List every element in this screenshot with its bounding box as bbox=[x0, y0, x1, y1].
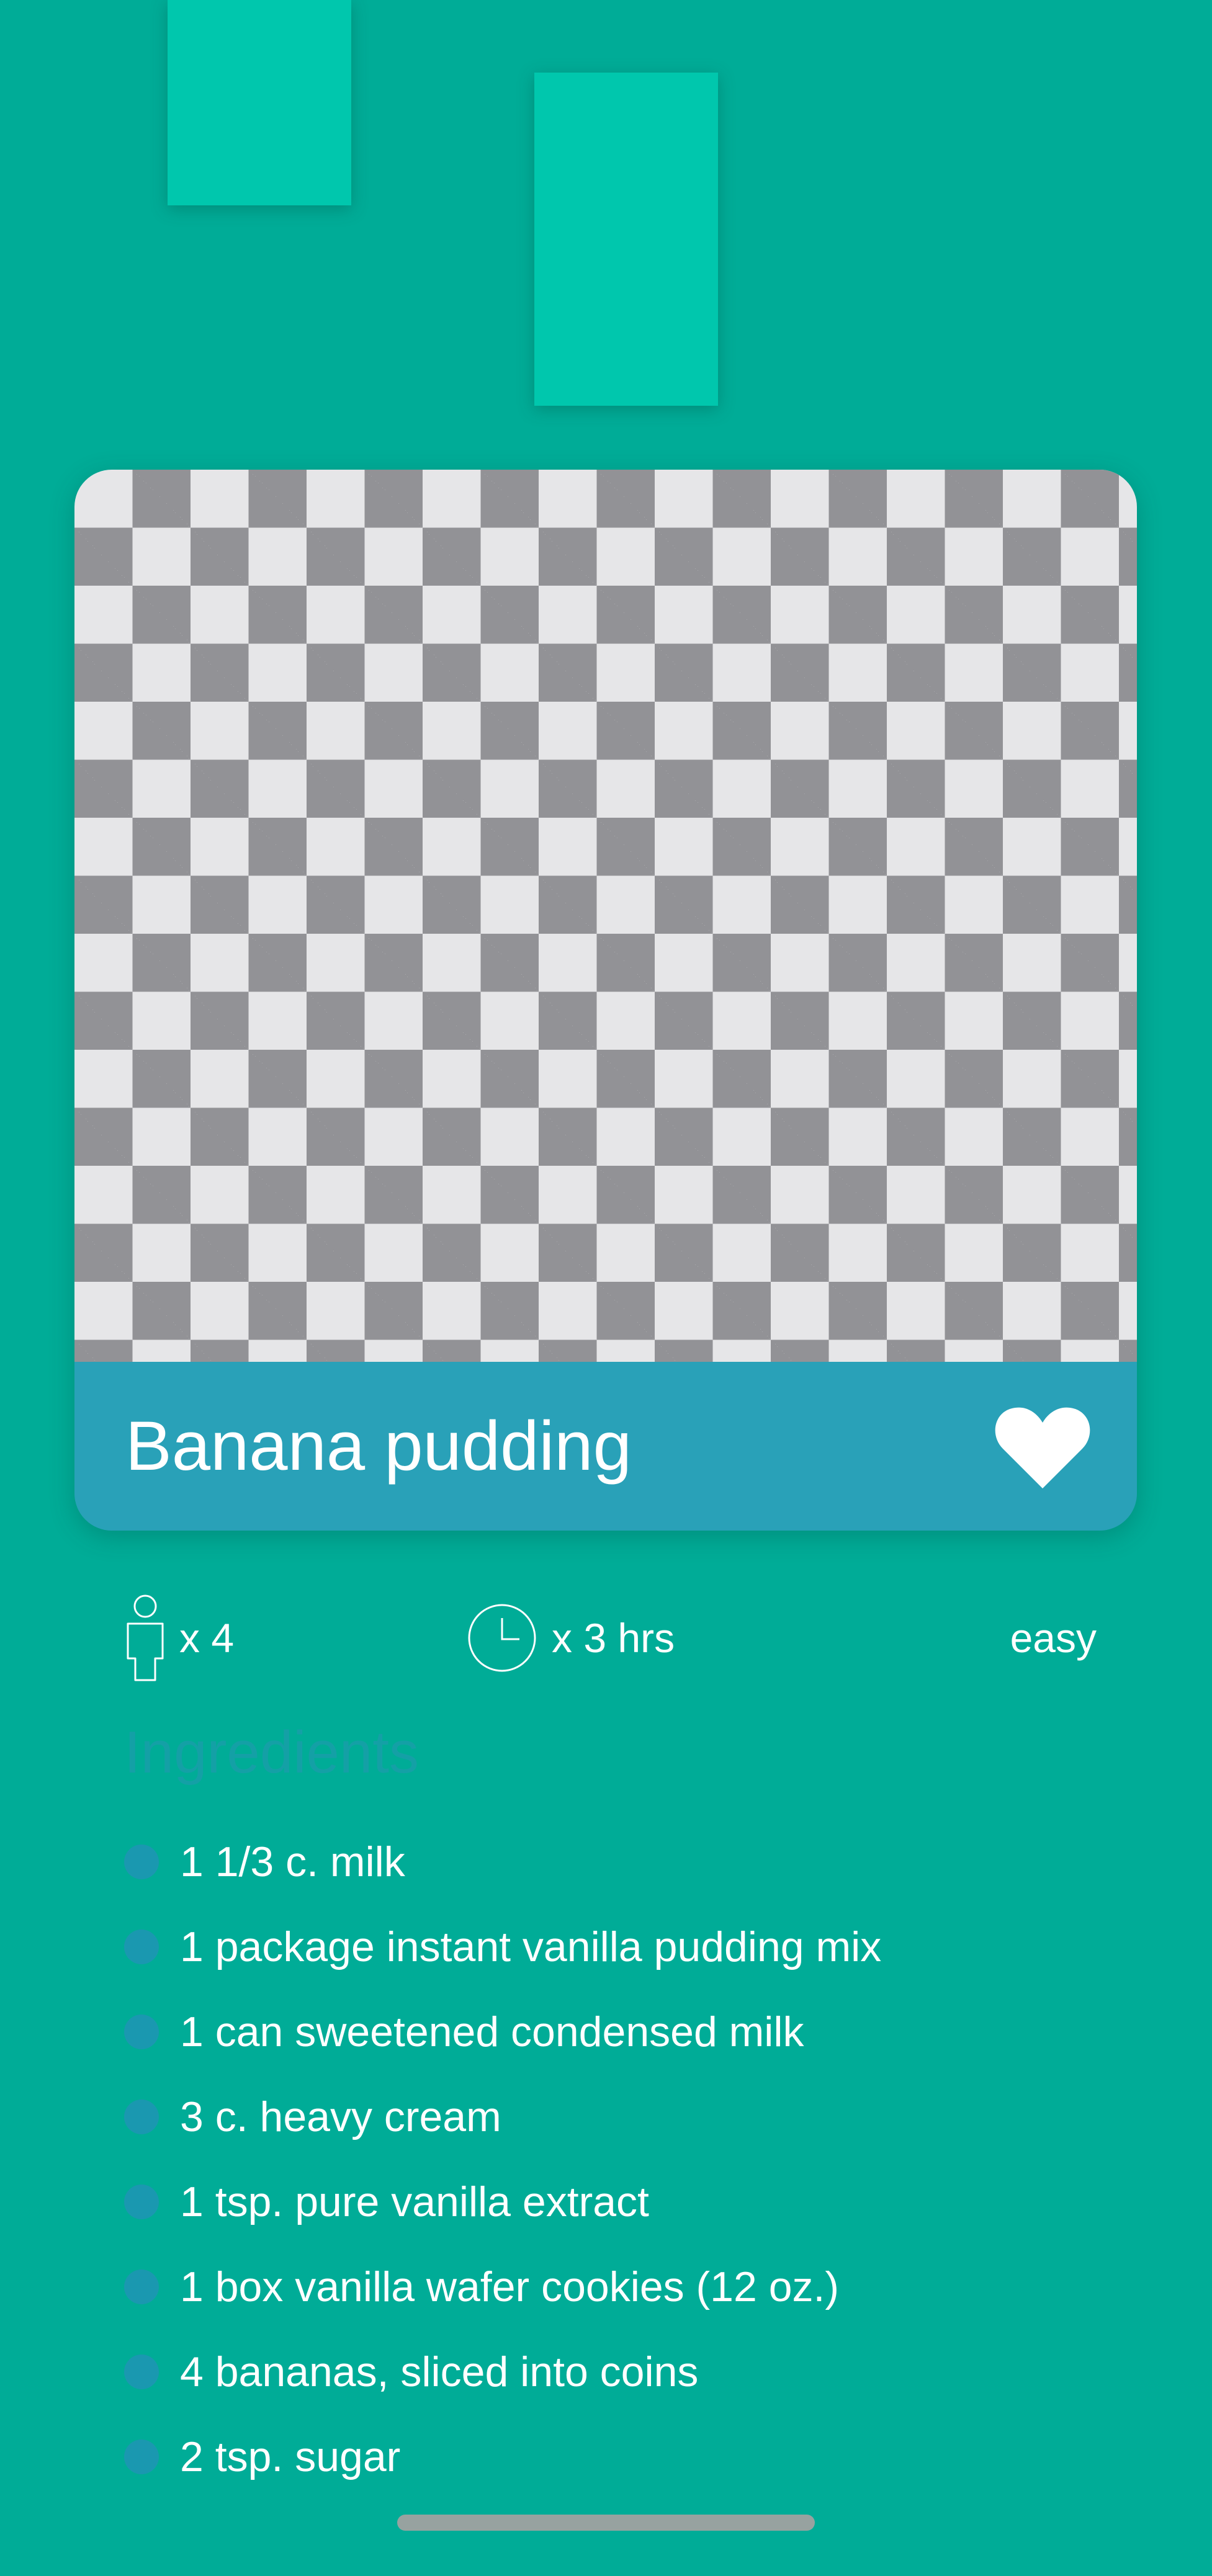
ingredient-item: 3 c. heavy cream bbox=[124, 2074, 1117, 2159]
ingredient-text: 1 tsp. pure vanilla extract bbox=[180, 2178, 649, 2225]
ingredient-text: 1 can sweetened condensed milk bbox=[180, 2008, 804, 2055]
difficulty-value: easy bbox=[1010, 1615, 1097, 1661]
decorative-block bbox=[168, 0, 351, 205]
recipe-title: Banana pudding bbox=[125, 1407, 632, 1485]
bullet-icon bbox=[124, 1929, 159, 1964]
clock-icon bbox=[468, 1604, 536, 1672]
difficulty-info: easy bbox=[1010, 1585, 1097, 1691]
bullet-icon bbox=[124, 2099, 159, 2134]
ingredient-text: 4 bananas, sliced into coins bbox=[180, 2348, 699, 2395]
ingredient-text: 1 box vanilla wafer cookies (12 oz.) bbox=[180, 2263, 840, 2310]
home-indicator[interactable] bbox=[397, 2515, 815, 2531]
ingredient-item: 2 tsp. sugar bbox=[124, 2414, 1117, 2499]
ingredient-item: 1 box vanilla wafer cookies (12 oz.) bbox=[124, 2244, 1117, 2329]
ingredients-heading: Ingredients bbox=[124, 1719, 419, 1786]
ingredient-item: 1 1/3 c. milk bbox=[124, 1819, 1117, 1904]
ingredient-item: 4 bananas, sliced into coins bbox=[124, 2329, 1117, 2414]
ingredient-item: 1 can sweetened condensed milk bbox=[124, 1989, 1117, 2074]
bullet-icon bbox=[124, 2014, 159, 2049]
ingredient-text: 1 package instant vanilla pudding mix bbox=[180, 1923, 882, 1970]
bullet-icon bbox=[124, 2184, 159, 2219]
bullet-icon bbox=[124, 1844, 159, 1879]
time-info: x 3 hrs bbox=[467, 1585, 675, 1691]
heart-icon bbox=[995, 1407, 1090, 1488]
ingredient-text: 3 c. heavy cream bbox=[180, 2093, 501, 2140]
ingredient-text: 1 1/3 c. milk bbox=[180, 1838, 405, 1885]
ingredients-list: 1 1/3 c. milk 1 package instant vanilla … bbox=[124, 1819, 1117, 2499]
time-value: x 3 hrs bbox=[552, 1615, 675, 1661]
favorite-button[interactable] bbox=[993, 1404, 1092, 1491]
servings-value: x 4 bbox=[179, 1615, 235, 1661]
bullet-icon bbox=[124, 2269, 159, 2304]
ingredient-item: 1 package instant vanilla pudding mix bbox=[124, 1904, 1117, 1989]
recipe-title-bar: Banana pudding bbox=[74, 1362, 1137, 1531]
person-icon bbox=[127, 1594, 164, 1681]
recipe-image-placeholder bbox=[74, 470, 1137, 1362]
decorative-block bbox=[534, 73, 718, 406]
ingredient-text: 2 tsp. sugar bbox=[180, 2433, 401, 2480]
servings-info: x 4 bbox=[126, 1585, 234, 1691]
bullet-icon bbox=[124, 2439, 159, 2474]
ingredient-item: 1 tsp. pure vanilla extract bbox=[124, 2159, 1117, 2244]
bullet-icon bbox=[124, 2354, 159, 2389]
recipe-card[interactable]: Banana pudding bbox=[74, 470, 1137, 1531]
